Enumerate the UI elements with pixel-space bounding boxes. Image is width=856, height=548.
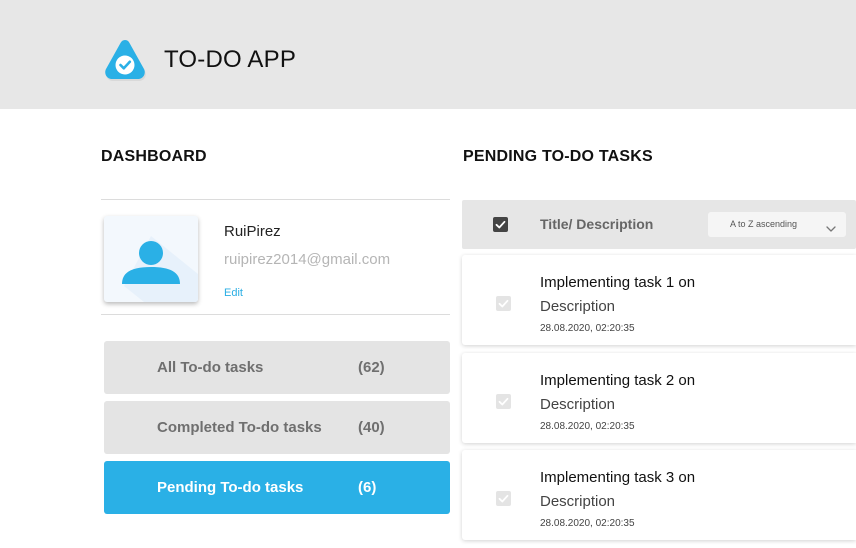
task-row[interactable]: Implementing task 3 on Description 28.08… xyxy=(462,450,856,540)
filter-label: Pending To-do tasks xyxy=(157,479,304,496)
task-row[interactable]: Implementing task 2 on Description 28.08… xyxy=(462,353,856,443)
task-description: Description xyxy=(540,493,616,510)
checkmark-icon xyxy=(498,397,509,406)
task-title: Implementing task 1 on xyxy=(540,274,696,291)
task-row[interactable]: Implementing task 1 on Description 28.08… xyxy=(462,255,856,345)
filter-all-tasks[interactable]: All To-do tasks (62) xyxy=(104,341,450,394)
sort-dropdown[interactable]: A to Z ascending xyxy=(708,212,846,237)
task-checkbox[interactable] xyxy=(496,394,511,409)
sort-dropdown-value: A to Z ascending xyxy=(730,219,798,229)
task-checkbox[interactable] xyxy=(496,296,511,311)
checkmark-icon xyxy=(498,494,509,503)
task-date: 28.08.2020, 02:20:35 xyxy=(540,518,635,529)
profile-username: RuiPirez xyxy=(224,223,281,240)
app-title: TO-DO APP xyxy=(164,46,297,73)
filter-count: (62) xyxy=(358,359,385,376)
pending-tasks-title: PENDING TO-DO TASKS xyxy=(463,148,653,165)
checkmark-icon xyxy=(498,299,509,308)
app-header: TO-DO APP xyxy=(0,0,856,109)
filter-label: Completed To-do tasks xyxy=(157,419,322,436)
task-description: Description xyxy=(540,298,616,315)
task-checkbox[interactable] xyxy=(496,491,511,506)
profile-card: RuiPirez ruipirez2014@gmail.com Edit xyxy=(101,199,450,315)
task-date: 28.08.2020, 02:20:35 xyxy=(540,323,635,334)
filter-count: (6) xyxy=(358,479,377,496)
dashboard-title: DASHBOARD xyxy=(101,148,207,165)
task-description: Description xyxy=(540,396,616,413)
task-title: Implementing task 2 on xyxy=(540,372,696,389)
filter-label: All To-do tasks xyxy=(157,359,264,376)
edit-profile-link[interactable]: Edit xyxy=(224,287,243,299)
filter-count: (40) xyxy=(358,419,385,436)
user-icon xyxy=(122,236,198,302)
tasks-table-header: Title/ Description A to Z ascending xyxy=(462,200,856,249)
app-logo-icon xyxy=(101,36,149,84)
profile-email: ruipirez2014@gmail.com xyxy=(224,251,391,268)
task-title: Implementing task 3 on xyxy=(540,469,696,486)
chevron-down-icon xyxy=(826,220,836,238)
filter-pending-tasks[interactable]: Pending To-do tasks (6) xyxy=(104,461,450,514)
checkmark-icon xyxy=(495,220,506,229)
task-date: 28.08.2020, 02:20:35 xyxy=(540,421,635,432)
avatar xyxy=(104,216,198,302)
column-title: Title/ Description xyxy=(540,216,654,232)
select-all-checkbox[interactable] xyxy=(493,217,508,232)
filter-completed-tasks[interactable]: Completed To-do tasks (40) xyxy=(104,401,450,454)
